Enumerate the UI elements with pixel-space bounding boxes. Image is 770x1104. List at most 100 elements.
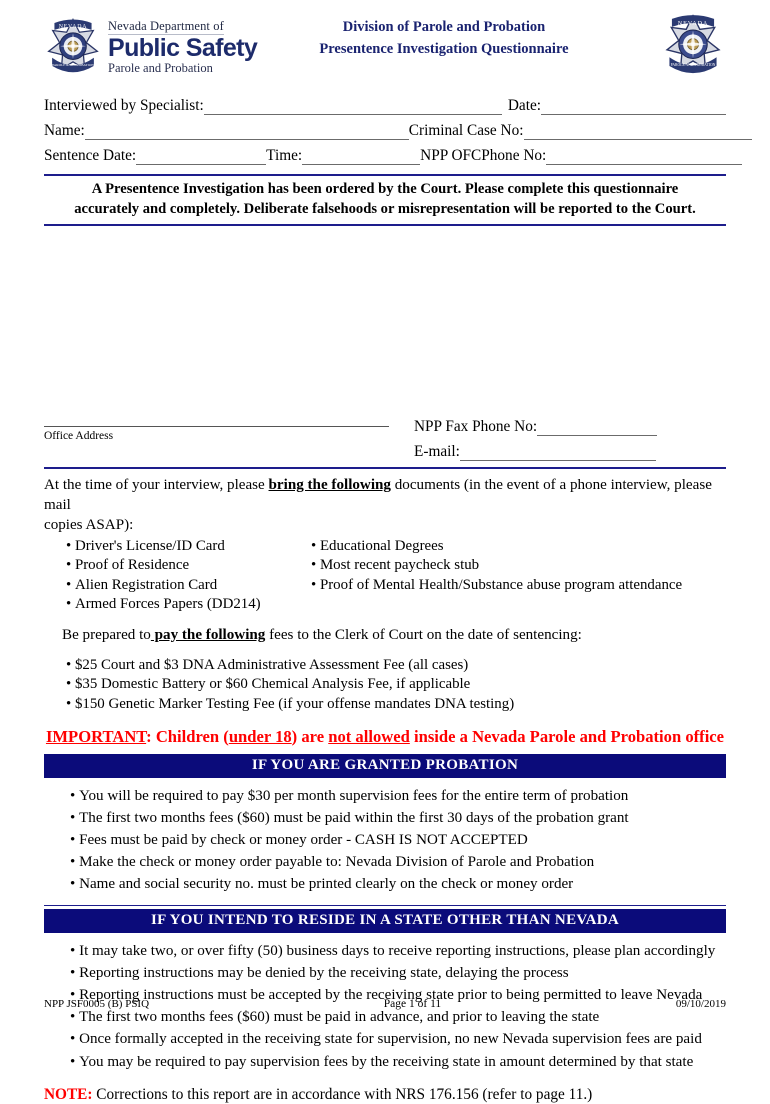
bring-intro-emphasis: bring the following	[268, 477, 391, 494]
other-state-section: IF YOU INTEND TO RESIDE IN A STATE OTHER…	[44, 904, 726, 933]
nevada-dps-badge-icon: NEVADA PAROLE AND PROBATION	[44, 16, 102, 74]
title-line-1: Division of Parole and Probation	[342, 19, 546, 35]
granted-probation-list: You will be required to pay $30 per mont…	[44, 785, 726, 896]
important-seg3: inside a Nevada Parole and Probation off…	[409, 726, 725, 746]
list-item: Proof of Residence	[66, 556, 311, 575]
document-header: NEVADA PAROLE AND PROBATION Nevada Depar…	[44, 0, 726, 86]
page-footer: NPP JSF0005 (B) PSIQ Page 1 of 11 09/10/…	[44, 998, 726, 1010]
title-line-2: Presentence Investigation Questionnaire	[319, 41, 569, 58]
fax-input[interactable]	[537, 420, 658, 437]
granted-probation-section: IF YOU ARE GRANTED PROBATION	[44, 753, 726, 778]
list-item: Make the check or money order payable to…	[70, 851, 726, 873]
form-fields: Interviewed by Specialist: Date: Name: C…	[44, 90, 752, 165]
office-contact-section: Office Address NPP Fax Phone No: E-mail:	[44, 411, 726, 462]
agency-logo-left: NEVADA PAROLE AND PROBATION Nevada Depar…	[44, 16, 258, 75]
list-item: You may be required to pay supervision f…	[70, 1051, 726, 1073]
list-item: $150 Genetic Marker Testing Fee (if your…	[66, 695, 726, 715]
granted-probation-banner: IF YOU ARE GRANTED PROBATION	[44, 753, 726, 778]
interviewed-by-label: Interviewed by Specialist:	[44, 96, 204, 114]
corrections-note: NOTE: Corrections to this report are in …	[44, 1086, 726, 1104]
office-address-block: Office Address	[44, 411, 399, 442]
fax-label: NPP Fax Phone No:	[414, 418, 538, 436]
notice-line-2: accurately and completely. Deliberate fa…	[74, 200, 696, 217]
field-row-email: E-mail:	[414, 436, 726, 462]
list-item: Armed Forces Papers (DD214)	[66, 595, 311, 614]
list-item: Proof of Mental Health/Substance abuse p…	[311, 576, 726, 595]
notice-line-1: A Presentence Investigation has been ord…	[91, 181, 679, 197]
list-item: Fees must be paid by check or money orde…	[70, 829, 726, 851]
logo-dept-sub: Parole and Probation	[108, 61, 213, 75]
page-title: Division of Parole and Probation Present…	[249, 16, 639, 61]
list-item: $35 Domestic Battery or $60 Chemical Ana…	[66, 675, 726, 695]
svg-text:NEVADA: NEVADA	[59, 24, 88, 30]
bring-intro: At the time of your interview, please br…	[44, 476, 726, 535]
bring-documents-list: Driver's License/ID Card Proof of Reside…	[44, 537, 726, 614]
time-input[interactable]	[302, 149, 421, 165]
field-row-sentence-date: Sentence Date: Time: NPP OFCPhone No:	[44, 140, 743, 165]
note-label: NOTE:	[44, 1085, 93, 1103]
important-seg2: ) are	[291, 726, 329, 746]
logo-dept-main: Public Safety	[108, 33, 258, 62]
other-state-banner: IF YOU INTEND TO RESIDE IN A STATE OTHER…	[44, 908, 726, 933]
section-divider	[44, 467, 726, 470]
list-item: The first two months fees ($60) must be …	[70, 807, 726, 829]
office-contact-fields: NPP Fax Phone No: E-mail:	[399, 411, 726, 462]
fees-list: $25 Court and $3 DNA Administrative Asse…	[44, 656, 726, 715]
agency-logotype: Nevada Department of Public Safety Parol…	[108, 16, 258, 75]
office-address-caption: Office Address	[44, 430, 114, 443]
svg-text:PAROLE AND PROBATION: PAROLE AND PROBATION	[52, 63, 94, 67]
list-item: You will be required to pay $30 per mont…	[70, 785, 726, 807]
list-item: $25 Court and $3 DNA Administrative Asse…	[66, 656, 726, 676]
fees-intro-emphasis: pay the following	[150, 627, 266, 644]
footer-page-number: Page 1 of 11	[383, 998, 442, 1010]
bring-documents-column-left: Driver's License/ID Card Proof of Reside…	[44, 537, 311, 614]
name-input[interactable]	[84, 124, 409, 140]
date-input[interactable]	[541, 99, 726, 115]
list-item: Driver's License/ID Card	[66, 537, 311, 556]
name-label: Name:	[44, 121, 85, 139]
fees-intro-pre: Be prepared to	[62, 627, 151, 644]
important-underline-notallowed: not allowed	[328, 726, 410, 746]
time-label: Time:	[266, 146, 303, 164]
email-input[interactable]	[459, 445, 656, 462]
npp-ofc-phone-label: NPP OFCPhone No:	[420, 146, 547, 164]
bring-intro-pre: At the time of your interview, please	[44, 477, 269, 494]
document-page: NEVADA PAROLE AND PROBATION Nevada Depar…	[0, 0, 770, 1103]
sentence-date-label: Sentence Date:	[44, 146, 137, 164]
fees-intro-post: fees to the Clerk of Court on the date o…	[265, 627, 582, 644]
important-underline-age: under 18	[228, 726, 292, 746]
nevada-parole-probation-badge-icon: NEVADA PAROLE AND PROBATION	[662, 12, 724, 74]
svg-text:NEVADA: NEVADA	[678, 20, 709, 27]
bring-intro-line2: copies ASAP):	[44, 516, 134, 533]
important-seg1: : Children (	[146, 726, 229, 746]
list-item: Alien Registration Card	[66, 576, 311, 595]
list-item: Educational Degrees	[311, 537, 726, 556]
blank-response-area	[44, 226, 726, 411]
list-item: It may take two, or over fifty (50) busi…	[70, 940, 726, 962]
court-order-notice: A Presentence Investigation has been ord…	[44, 174, 726, 227]
footer-date: 09/10/2019	[675, 998, 726, 1010]
field-row-interviewed-by: Interviewed by Specialist: Date:	[44, 90, 726, 115]
field-row-name: Name: Criminal Case No:	[44, 115, 752, 140]
bring-documents-column-right: Educational Degrees Most recent paycheck…	[311, 537, 726, 614]
office-address-input[interactable]	[44, 425, 389, 428]
list-item: Most recent paycheck stub	[311, 556, 726, 575]
criminal-case-label: Criminal Case No:	[408, 121, 524, 139]
email-label: E-mail:	[414, 443, 460, 461]
svg-text:PAROLE AND PROBATION: PAROLE AND PROBATION	[671, 63, 716, 67]
npp-ofc-phone-input[interactable]	[546, 149, 743, 165]
date-label: Date:	[507, 96, 541, 114]
logo-dept-top: Nevada Department of	[108, 19, 224, 35]
list-item: Once formally accepted in the receiving …	[70, 1028, 726, 1050]
footer-form-id: NPP JSF0005 (B) PSIQ	[44, 998, 150, 1010]
field-row-fax: NPP Fax Phone No:	[414, 411, 726, 437]
criminal-case-input[interactable]	[523, 124, 752, 140]
note-text: Corrections to this report are in accord…	[92, 1085, 593, 1103]
sentence-date-input[interactable]	[136, 149, 267, 165]
interviewed-by-input[interactable]	[203, 99, 502, 115]
list-item: Reporting instructions may be denied by …	[70, 962, 726, 984]
fees-intro: Be prepared to pay the following fees to…	[44, 626, 726, 646]
list-item: Name and social security no. must be pri…	[70, 873, 726, 895]
important-keyword: IMPORTANT	[45, 726, 147, 746]
important-warning: IMPORTANT: Children (under 18) are not a…	[44, 727, 726, 747]
